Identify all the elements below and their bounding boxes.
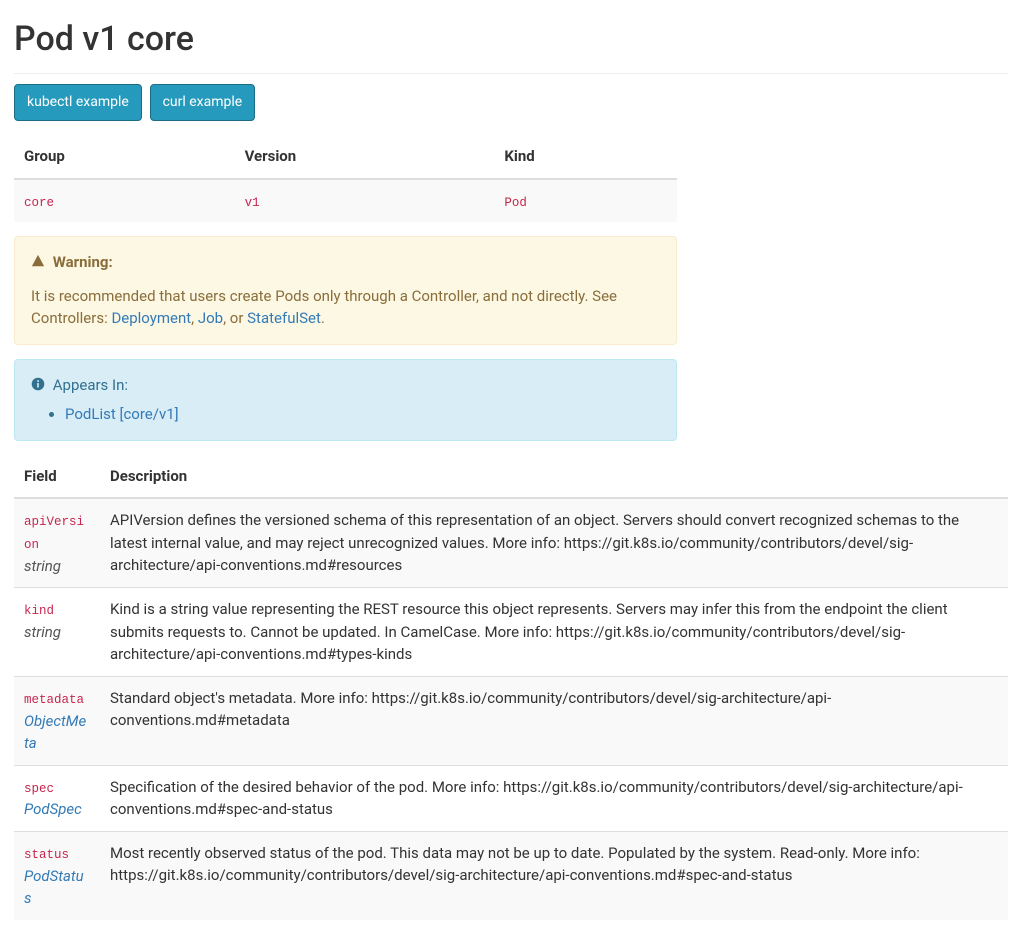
field-cell: metadata ObjectMeta [14,676,100,765]
field-description: APIVersion defines the versioned schema … [100,498,1008,588]
table-row: spec PodSpec Specification of the desired … [14,765,1008,831]
field-cell: apiVersion string [14,498,100,588]
field-description: Standard object's metadata. More info: h… [100,676,1008,765]
field-cell: spec PodSpec [14,765,100,831]
field-name: apiVersion [24,515,84,552]
field-type[interactable]: PodSpec [24,800,82,818]
fields-header-description: Description [100,455,1008,499]
field-type[interactable]: ObjectMeta [24,712,86,753]
table-row: status PodStatus Most recently observed st… [14,831,1008,919]
info-icon [31,375,45,398]
field-name: status [24,848,69,862]
gvk-table: Group Version Kind core v1 Pod [14,135,677,222]
page-title: Pod v1 core [14,14,1008,74]
gvk-header-group: Group [14,135,235,179]
link-job[interactable]: Job [198,309,223,327]
warning-label: Warning: [53,253,113,271]
example-buttons: kubectl example curl example [14,84,1012,121]
appears-in-list: PodList [core/v1] [31,403,660,426]
link-statefulset[interactable]: StatefulSet [247,309,321,327]
field-description: Kind is a string value representing the … [100,588,1008,677]
field-cell: status PodStatus [14,831,100,919]
gvk-header-kind: Kind [494,135,677,179]
field-type: string [24,557,61,575]
table-row: apiVersion string APIVersion defines the v… [14,498,1008,588]
fields-header-field: Field [14,455,100,499]
fields-table: Field Description apiVersion string APIVer… [14,455,1008,920]
field-name: spec [24,782,54,796]
link-deployment[interactable]: Deployment [111,309,191,327]
field-name: metadata [24,693,84,707]
gvk-kind: Pod [504,196,527,210]
warning-panel: Warning: It is recommended that users cr… [14,236,677,345]
field-name: kind [24,604,54,618]
table-row: metadata ObjectMeta Standard object's meta… [14,676,1008,765]
field-description: Specification of the desired behavior of… [100,765,1008,831]
table-row: kind string Kind is a string value represe… [14,588,1008,677]
appears-in-label: Appears In: [53,376,128,394]
appears-in-panel: Appears In: PodList [core/v1] [14,359,677,441]
appears-in-item: PodList [core/v1] [65,403,660,426]
appears-in-link[interactable]: PodList [core/v1] [65,405,179,423]
gvk-row: core v1 Pod [14,179,677,223]
curl-example-button[interactable]: curl example [150,84,256,121]
warning-icon [31,252,45,275]
kubectl-example-button[interactable]: kubectl example [14,84,142,121]
field-cell: kind string [14,588,100,677]
gvk-header-version: Version [235,135,495,179]
gvk-version: v1 [245,196,260,210]
warning-text: It is recommended that users create Pods… [31,285,660,330]
field-type: string [24,623,61,641]
gvk-group: core [24,196,54,210]
field-description: Most recently observed status of the pod… [100,831,1008,919]
field-type[interactable]: PodStatus [24,867,84,908]
